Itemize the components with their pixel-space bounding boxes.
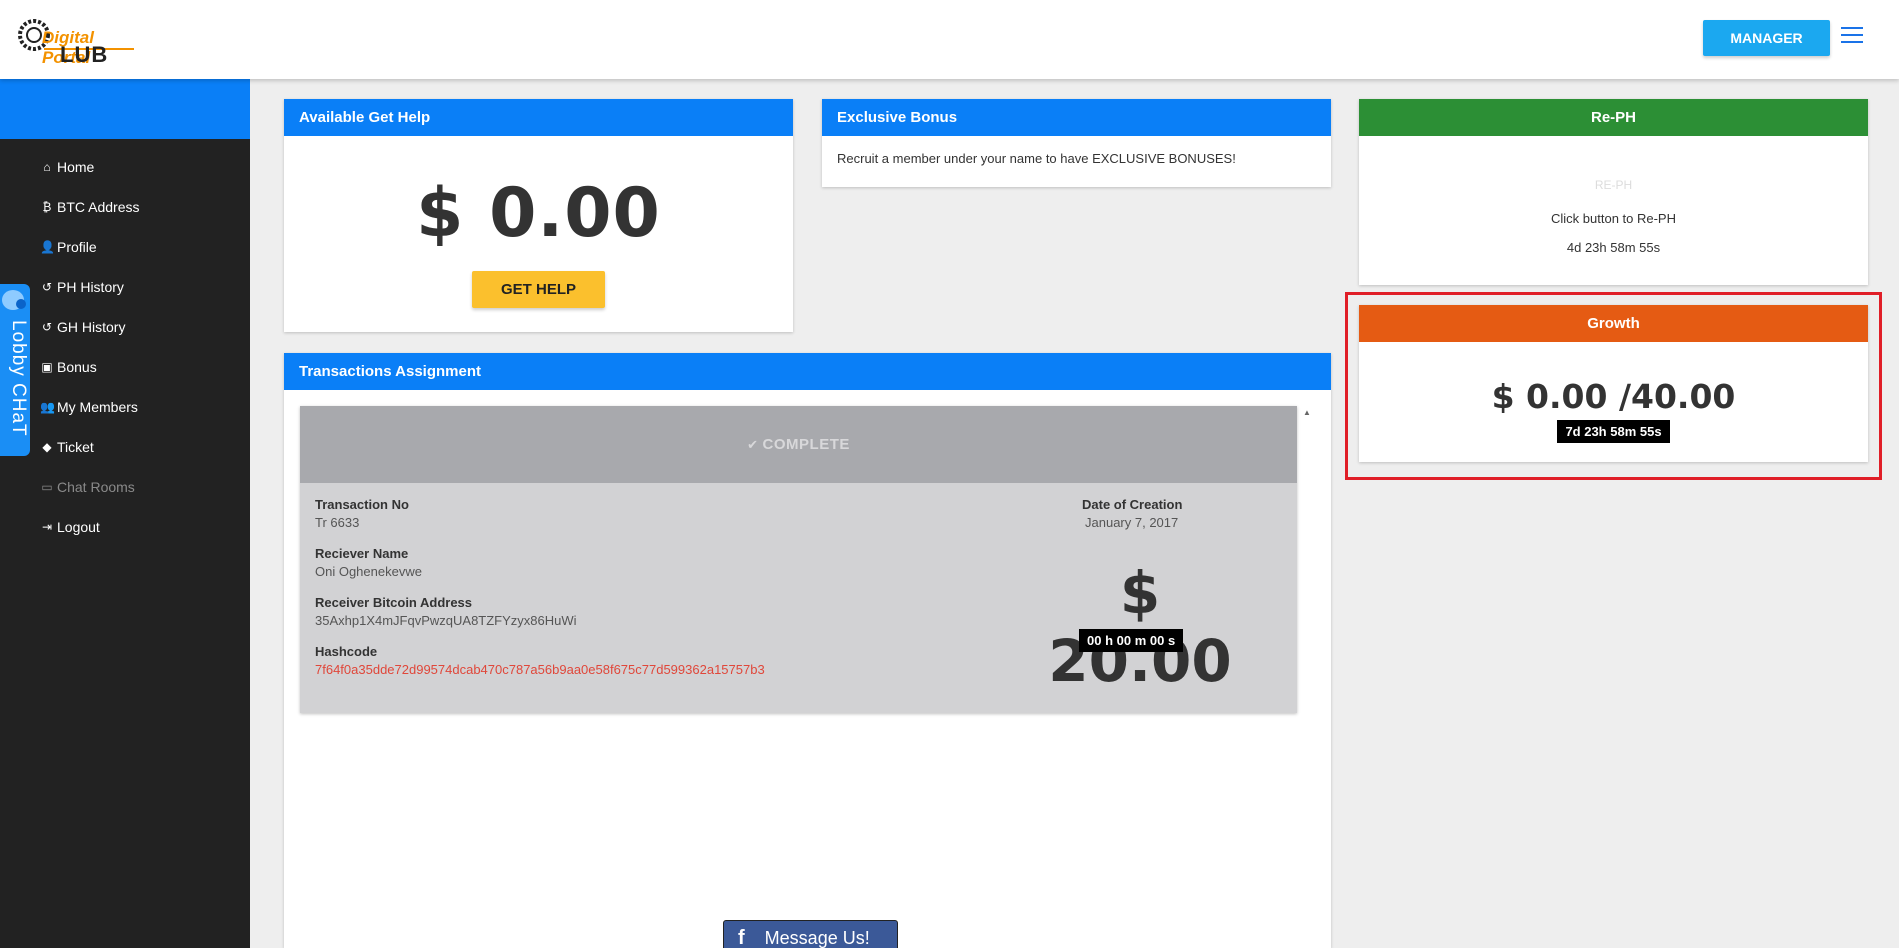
history-icon: ↺ [41,320,53,334]
exclusive-bonus-panel: Exclusive Bonus Recruit a member under y… [822,99,1331,187]
lobby-chat-label: Lobby CHaT [8,320,29,437]
message-us-button[interactable]: f Message Us! [723,920,898,948]
transaction-timer: 00 h 00 m 00 s [1079,629,1184,652]
get-help-title: Available Get Help [284,99,793,136]
sidebar-item-label: GH History [57,319,126,335]
bitcoin-address: 35Axhp1X4mJFqvPwzqUA8TZFYzyx86HuWi [315,613,577,628]
reph-countdown: 4d 23h 58m 55s [1566,240,1661,255]
date-of-creation: Date of Creation January 7, 2017 [1082,497,1182,546]
growth-title: Growth [1359,305,1868,342]
top-header: Digital Portal LUB MANAGER [0,0,1899,79]
sidebar-item-label: My Members [57,399,138,415]
transaction-no-label: Transaction No [315,497,409,512]
message-us-label: Message Us! [764,927,870,948]
hashcode-label: Hashcode [315,644,378,659]
reph-button[interactable]: RE-PH [1359,178,1868,192]
home-icon: ⌂ [43,160,51,174]
bonus-title: Exclusive Bonus [822,99,1331,136]
reph-instruction: Click button to Re-PH [1551,211,1676,226]
growth-amount: $ 0.00 /40.00 [1491,377,1736,416]
chat-bubble-icon [2,290,26,310]
get-help-amount: $ 0.00 [416,174,661,253]
growth-countdown: 7d 23h 58m 55s [1557,420,1670,443]
sidebar-item-ph-history[interactable]: ↺ PH History [0,267,250,307]
bonus-text: Recruit a member under your name to have… [837,151,1236,166]
tag-icon: ◆ [42,440,52,454]
sidebar-item-chat-rooms[interactable]: ▭ Chat Rooms [0,467,250,507]
sidebar-item-gh-history[interactable]: ↺ GH History [0,307,250,347]
sidebar-item-home[interactable]: ⌂ Home [0,147,250,187]
growth-panel: Growth $ 0.00 /40.00 7d 23h 58m 55s [1359,305,1868,462]
receiver-name: Oni Oghenekevwe [315,564,422,579]
users-icon: 👥 [40,400,55,414]
inbox-icon: ▭ [41,480,53,494]
sidebar-header [0,79,250,139]
sidebar-item-label: Logout [57,519,100,535]
check-circle-icon: ✔ [747,436,759,452]
date-label: Date of Creation [1082,497,1183,512]
transaction-amount: $ 20.00 [1048,559,1232,695]
sidebar-item-my-members[interactable]: 👥 My Members [0,387,250,427]
menu-icon[interactable] [1841,27,1863,45]
receiver-name-label: Reciever Name [315,546,409,561]
sidebar-item-btc-address[interactable]: ₿ BTC Address [0,187,250,227]
sidebar-menu: ⌂ Home ₿ BTC Address 👤 Profile ↺ PH History … [0,139,250,547]
money-icon: ▣ [41,360,53,374]
sidebar-item-label: Chat Rooms [57,479,135,495]
status-label: COMPLETE [762,436,850,453]
lobby-chat-tab[interactable]: Lobby CHaT [0,284,30,456]
transactions-panel: Transactions Assignment ▲ ✔ COMPLETE Tra… [284,353,1331,948]
transactions-title: Transactions Assignment [284,353,1331,390]
sidebar-item-profile[interactable]: 👤 Profile [0,227,250,267]
sidebar-item-label: Bonus [57,359,97,375]
sidebar-item-label: Profile [57,239,97,255]
history-icon: ↺ [41,280,53,294]
transaction-card: ✔ COMPLETE Transaction No Tr 6633 Reciev… [300,406,1297,713]
scroll-up-arrow-icon[interactable]: ▲ [1303,408,1311,417]
sidebar-item-bonus[interactable]: ▣ Bonus [0,347,250,387]
sidebar-item-label: PH History [57,279,124,295]
sidebar-item-ticket[interactable]: ◆ Ticket [0,427,250,467]
bitcoin-address-label: Receiver Bitcoin Address [315,595,473,610]
manager-button[interactable]: MANAGER [1703,20,1830,56]
hashcode: 7f64f0a35dde72d99574dcab470c787a56b9aa0e… [315,662,765,677]
sign-out-icon: ⇥ [41,520,53,534]
transaction-fields: Transaction No Tr 6633 Reciever Name Oni… [315,497,765,677]
get-help-panel: Available Get Help $ 0.00 GET HELP [284,99,793,332]
sidebar: ⌂ Home ₿ BTC Address 👤 Profile ↺ PH History … [0,79,250,948]
user-icon: 👤 [40,240,55,254]
sidebar-item-label: Home [57,159,95,175]
reph-panel: Re-PH RE-PH Click button to Re-PH 4d 23h… [1359,99,1868,285]
transaction-status: ✔ COMPLETE [300,406,1297,483]
facebook-icon: f [738,926,745,948]
logo-line2: LUB [60,42,109,67]
get-help-button[interactable]: GET HELP [472,271,605,308]
bitcoin-icon: ₿ [42,200,52,214]
transaction-no: Tr 6633 [315,515,360,530]
sidebar-item-logout[interactable]: ⇥ Logout [0,507,250,547]
sidebar-item-label: BTC Address [57,199,140,215]
site-logo[interactable]: Digital Portal LUB [14,8,140,68]
date-value: January 7, 2017 [1085,515,1179,530]
sidebar-item-label: Ticket [57,439,94,455]
reph-title: Re-PH [1359,99,1868,136]
